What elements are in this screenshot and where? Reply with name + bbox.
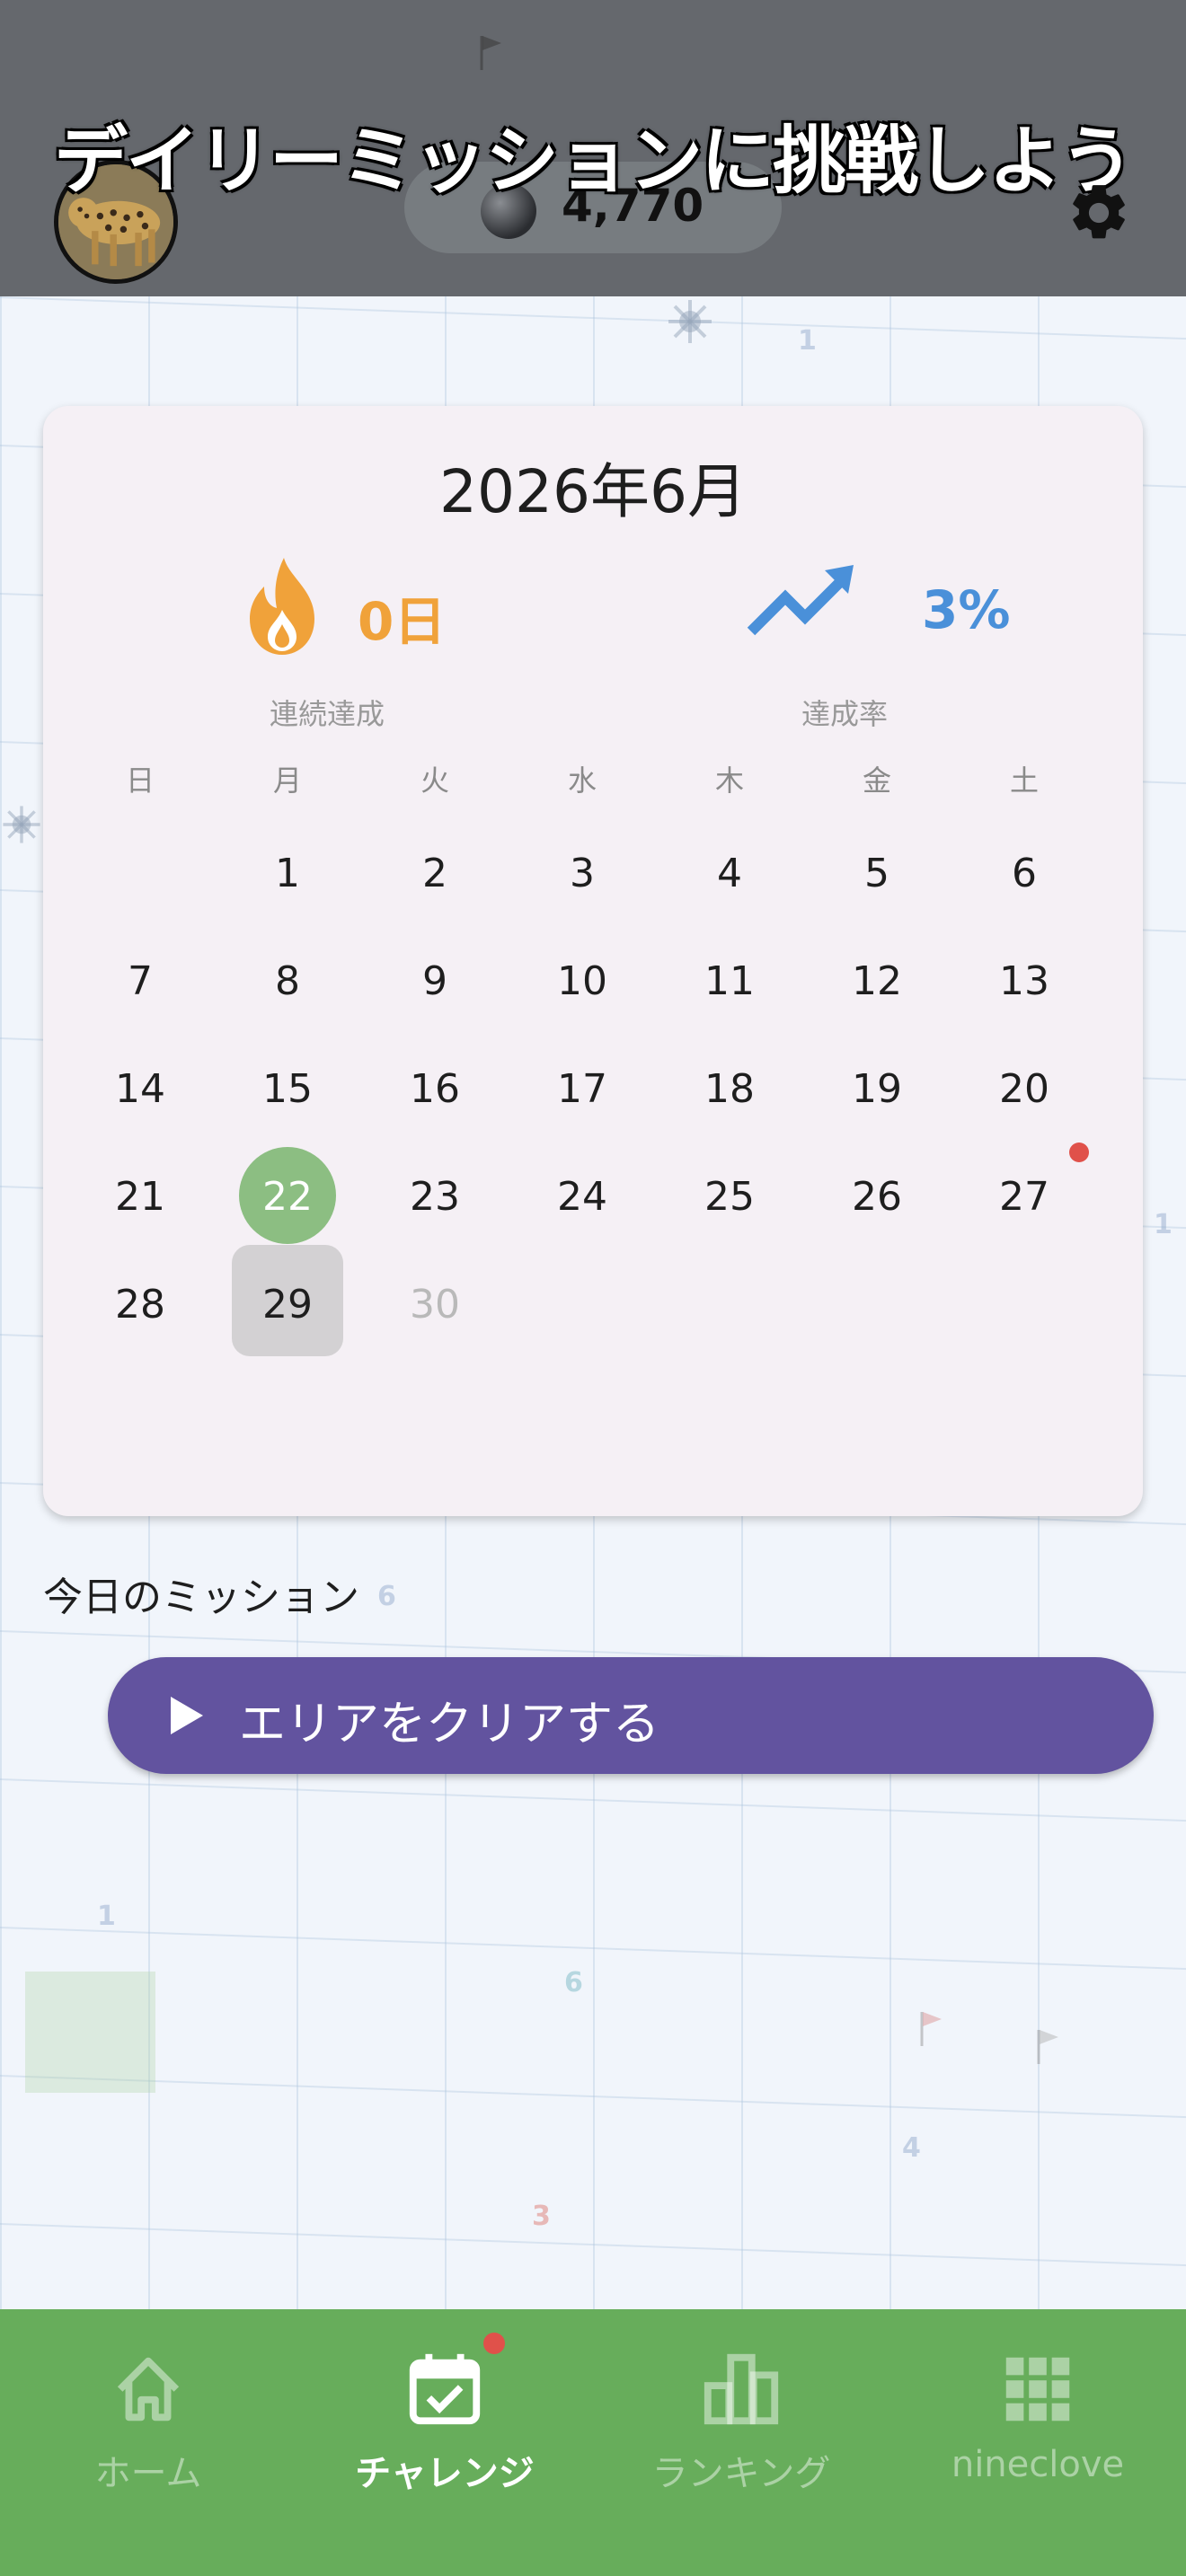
rate-stat: 3%	[746, 554, 1033, 662]
mission-section-label: 今日のミッション	[43, 1575, 359, 1620]
calendar-day[interactable]: 1	[214, 825, 361, 923]
flag-icon	[480, 36, 501, 70]
streak-value: 0日	[358, 591, 447, 652]
calendar-day-marked[interactable]: 27	[951, 1148, 1098, 1247]
calendar-day[interactable]: 26	[803, 1148, 951, 1247]
mine-icon	[668, 300, 712, 343]
weekday-wed: 水	[567, 763, 597, 798]
nav-label: ホーム	[94, 2453, 202, 2494]
calendar-day[interactable]: 25	[656, 1148, 803, 1247]
background-patch	[25, 1972, 155, 2093]
nav-label: チャレンジ	[355, 2453, 535, 2494]
calendar-day[interactable]: 9	[361, 932, 509, 1031]
calendar-day-selected[interactable]: 29	[214, 1245, 361, 1356]
mine-icon	[3, 806, 40, 843]
background-number: 6	[377, 1581, 396, 1612]
background-number: 1	[1154, 1209, 1173, 1240]
page-title: デイリーミッションに挑戦しよう	[53, 119, 1134, 204]
background-number: 6	[564, 1967, 583, 1998]
month-title: 2026年6月	[439, 457, 747, 526]
weekday-tue: 火	[420, 763, 449, 798]
background-number: 1	[97, 1901, 116, 1932]
weekday-sat: 土	[1009, 763, 1039, 798]
calendar-day[interactable]: 11	[656, 932, 803, 1031]
calendar-day-disabled: 30	[410, 1282, 460, 1328]
background-number: 3	[532, 2201, 551, 2232]
calendar-card: 2026年6月 0日 連続達成 3% 達成率 日 月 火 水 木 金 土 1 2…	[43, 406, 1143, 1516]
weekday-fri: 金	[862, 763, 891, 798]
calendar-day[interactable]: 4	[656, 825, 803, 923]
weekday-sun: 日	[125, 763, 155, 798]
nav-item-challenge[interactable]: チャレンジ	[296, 2309, 593, 2576]
calendar-day[interactable]: 3	[509, 825, 656, 923]
bottom-navigation: ホーム チャレンジ ランキング nineclove	[0, 2309, 1186, 2576]
grid-icon	[1005, 2357, 1070, 2422]
gear-icon[interactable]	[1066, 180, 1132, 246]
calendar-day-completed[interactable]: 22	[214, 1147, 361, 1247]
calendar-day[interactable]: 24	[509, 1148, 656, 1247]
trend-up-icon	[747, 565, 854, 636]
calendar-day[interactable]: 8	[214, 932, 361, 1031]
weekday-mon: 月	[272, 763, 302, 798]
weekday-thu: 木	[714, 763, 744, 798]
mission-button-label: エリアをクリアする	[239, 1698, 660, 1751]
rate-value: 3%	[922, 579, 1011, 640]
nav-item-home[interactable]: ホーム	[0, 2309, 296, 2576]
start-mission-button[interactable]: エリアをクリアする	[108, 1657, 1154, 1774]
background-number: 4	[902, 2132, 921, 2164]
flag-icon	[920, 2012, 942, 2046]
calendar-day[interactable]: 17	[509, 1040, 656, 1139]
nav-label: nineclove	[951, 2444, 1125, 2485]
play-icon	[171, 1697, 203, 1734]
calendar-check-icon	[409, 2353, 481, 2425]
calendar-day[interactable]: 19	[803, 1040, 951, 1139]
calendar-day[interactable]: 6	[951, 825, 1098, 923]
streak-stat: 0日	[237, 554, 507, 662]
nav-item-ranking[interactable]: ランキング	[593, 2309, 890, 2576]
app-header: 4,770 デイリーミッションに挑戦しよう	[0, 0, 1186, 296]
calendar-day[interactable]: 7	[66, 932, 214, 1031]
home-icon	[117, 2357, 180, 2422]
streak-label: 連続達成	[270, 697, 385, 731]
calendar-day[interactable]: 16	[361, 1040, 509, 1139]
background-number: 1	[798, 325, 817, 357]
calendar-day[interactable]: 2	[361, 825, 509, 923]
day-marker-dot	[1069, 1142, 1089, 1162]
flame-icon	[250, 558, 314, 655]
calendar-day[interactable]: 10	[509, 932, 656, 1031]
calendar-day[interactable]: 21	[66, 1148, 214, 1247]
flag-icon	[1037, 2030, 1058, 2064]
calendar-day[interactable]: 28	[66, 1256, 214, 1354]
calendar-day[interactable]: 13	[951, 932, 1098, 1031]
calendar-day[interactable]: 23	[361, 1148, 509, 1247]
nav-label: ランキング	[651, 2453, 831, 2494]
bar-chart-icon	[704, 2353, 779, 2425]
calendar-day[interactable]: 14	[66, 1040, 214, 1139]
calendar-day[interactable]: 15	[214, 1040, 361, 1139]
calendar-day[interactable]: 12	[803, 932, 951, 1031]
rate-label: 達成率	[801, 697, 889, 731]
calendar-day[interactable]: 20	[951, 1040, 1098, 1139]
nav-item-nineclove[interactable]: nineclove	[890, 2309, 1186, 2576]
calendar-day[interactable]: 5	[803, 825, 951, 923]
calendar-day[interactable]: 18	[656, 1040, 803, 1139]
notification-badge	[483, 2333, 505, 2354]
